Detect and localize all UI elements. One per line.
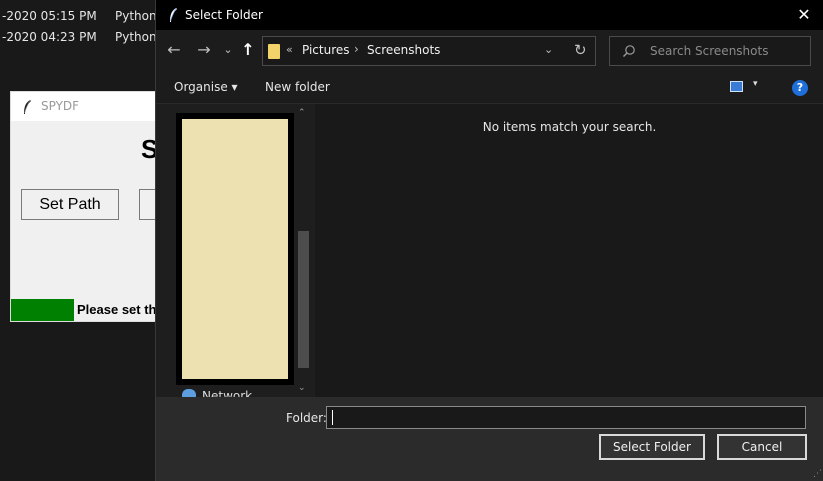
back-arrow-icon[interactable]: ←: [164, 40, 184, 60]
forward-arrow-icon[interactable]: →: [194, 40, 214, 60]
text-caret: [332, 410, 333, 425]
row-date: -2020 05:15 PM: [2, 9, 97, 23]
folder-icon: [268, 44, 280, 59]
search-placeholder: Search Screenshots: [650, 44, 769, 58]
new-folder-button[interactable]: New folder: [265, 80, 330, 94]
command-toolbar: Organise ▾ New folder ▾ ?: [156, 71, 823, 104]
navigation-bar: ← → ⌄ ↑ « Pictures › Screenshots ⌄ ↻ Sea…: [156, 30, 823, 71]
address-dropdown-icon[interactable]: ⌄: [544, 43, 553, 56]
feather-icon: [168, 7, 178, 27]
scrollbar-thumb[interactable]: [298, 231, 309, 368]
select-folder-dialog: Select Folder ✕ ← → ⌄ ↑ « Pictures › Scr…: [155, 0, 823, 481]
select-folder-button[interactable]: Select Folder: [599, 434, 705, 460]
app-titlebar: SPYDF: [11, 92, 159, 122]
cancel-button[interactable]: Cancel: [717, 434, 807, 460]
breadcrumb-pictures[interactable]: Pictures: [302, 43, 350, 57]
feather-icon: [22, 99, 32, 119]
view-options-icon[interactable]: [730, 81, 743, 92]
up-arrow-icon[interactable]: ↑: [238, 40, 258, 60]
scroll-down-icon[interactable]: ⌄: [298, 383, 306, 393]
status-text: Please set th: [77, 302, 157, 317]
background-file-list: -2020 05:15 PM Python -2020 04:23 PM Pyt…: [0, 0, 160, 60]
overflow-chevron-icon[interactable]: «: [286, 43, 293, 56]
navigation-pane: Network ⌃ ⌄: [156, 104, 314, 399]
resize-grip-icon[interactable]: ⋰: [813, 469, 822, 479]
set-path-button[interactable]: Set Path: [21, 189, 119, 220]
close-button[interactable]: ✕: [784, 0, 823, 30]
view-dropdown-icon[interactable]: ▾: [753, 79, 758, 89]
list-item: -2020 04:23 PM Python: [0, 30, 160, 48]
help-icon[interactable]: ?: [792, 80, 808, 96]
file-list-pane[interactable]: No items match your search.: [315, 104, 823, 397]
app-title: SPYDF: [41, 99, 80, 113]
organise-menu[interactable]: Organise ▾: [174, 80, 238, 94]
breadcrumb-separator-icon: ›: [354, 42, 359, 56]
progress-bar: [11, 299, 74, 321]
refresh-icon[interactable]: ↻: [574, 41, 587, 59]
search-icon: [622, 43, 636, 62]
dialog-titlebar: Select Folder ✕: [156, 0, 823, 30]
address-bar[interactable]: « Pictures › Screenshots ⌄ ↻: [262, 36, 596, 66]
folder-label: Folder:: [286, 411, 327, 425]
dialog-footer: Folder: Select Folder Cancel ⋰: [156, 397, 823, 481]
spydf-window: SPYDF S Set Path Please set th: [10, 91, 169, 322]
search-box[interactable]: Search Screenshots: [609, 36, 811, 66]
scroll-up-icon[interactable]: ⌃: [298, 108, 306, 118]
empty-message: No items match your search.: [482, 120, 657, 134]
folder-field[interactable]: [326, 406, 806, 429]
breadcrumb-screenshots[interactable]: Screenshots: [367, 43, 440, 57]
row-date: -2020 04:23 PM: [2, 30, 97, 44]
dialog-title: Select Folder: [185, 8, 263, 22]
row-type: Python: [115, 30, 157, 44]
recent-locations-chevron-icon[interactable]: ⌄: [218, 40, 238, 60]
redacted-folder-tree: [176, 113, 294, 385]
list-item: -2020 05:15 PM Python: [0, 9, 160, 27]
navpane-scrollbar[interactable]: ⌃ ⌄: [295, 104, 311, 397]
row-type: Python: [115, 9, 157, 23]
